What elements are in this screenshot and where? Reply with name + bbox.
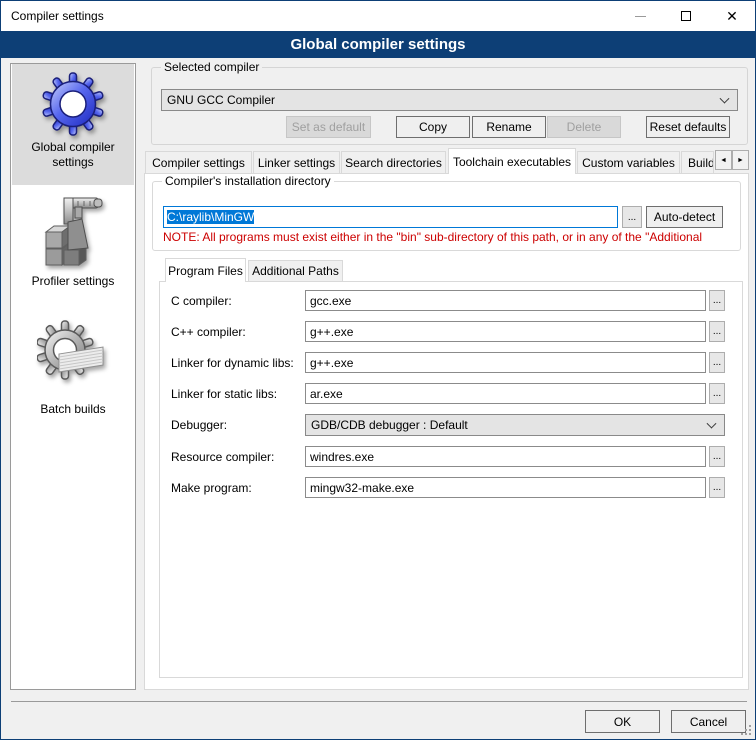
sidebar-item-batch-builds[interactable]: Batch builds (12, 316, 134, 418)
resource-compiler-browse-button[interactable]: ... (709, 446, 725, 467)
delete-button[interactable]: Delete (547, 116, 621, 138)
linker-dynamic-input[interactable] (305, 352, 706, 373)
chevron-down-icon (707, 419, 717, 429)
tab-program-files[interactable]: Program Files (165, 258, 246, 282)
install-dir-input[interactable]: C:\raylib\MinGW (163, 206, 618, 228)
tab-scroll-right-button[interactable]: ► (732, 150, 749, 170)
resize-grip[interactable] (740, 724, 752, 736)
make-program-label: Make program: (171, 481, 252, 495)
tab-search-directories[interactable]: Search directories (341, 151, 446, 173)
linker-static-input[interactable] (305, 383, 706, 404)
cpp-compiler-input[interactable] (305, 321, 706, 342)
gray-gear-stack-icon (12, 320, 134, 398)
linker-static-label: Linker for static libs: (171, 387, 277, 401)
c-compiler-browse-button[interactable]: ... (709, 290, 725, 311)
make-program-input[interactable] (305, 477, 706, 498)
close-button[interactable]: ✕ (709, 1, 755, 31)
compiler-select-value: GNU GCC Compiler (167, 93, 275, 107)
tab-toolchain-executables[interactable]: Toolchain executables (448, 148, 576, 174)
resource-compiler-input[interactable] (305, 446, 706, 467)
set-as-default-button[interactable]: Set as default (286, 116, 371, 138)
sidebar-item-label: Profiler settings (12, 270, 134, 289)
linker-dynamic-label: Linker for dynamic libs: (171, 356, 294, 370)
install-dir-note: NOTE: All programs must exist either in … (163, 230, 739, 244)
maximize-icon (681, 11, 691, 21)
tab-scroll-left-button[interactable]: ◄ (715, 150, 732, 170)
reset-defaults-button[interactable]: Reset defaults (646, 116, 730, 138)
rename-button[interactable]: Rename (472, 116, 546, 138)
tab-linker-settings[interactable]: Linker settings (253, 151, 340, 173)
tab-build-options[interactable]: Build options (681, 151, 714, 173)
ok-button[interactable]: OK (585, 710, 660, 733)
install-dir-group-label: Compiler's installation directory (162, 174, 334, 188)
arrow-right-icon: ► (737, 157, 744, 164)
resource-compiler-label: Resource compiler: (171, 450, 274, 464)
footer-divider (11, 701, 747, 702)
install-dir-selected-text: C:\raylib\MinGW (167, 210, 254, 224)
selected-compiler-group-label: Selected compiler (161, 60, 262, 74)
chevron-down-icon (720, 94, 730, 104)
close-icon: ✕ (726, 9, 738, 23)
linker-static-browse-button[interactable]: ... (709, 383, 725, 404)
make-program-browse-button[interactable]: ... (709, 477, 725, 498)
compiler-select[interactable]: GNU GCC Compiler (161, 89, 738, 111)
tab-custom-variables[interactable]: Custom variables (577, 151, 680, 173)
sidebar-item-label: Batch builds (12, 398, 134, 417)
cancel-button[interactable]: Cancel (671, 710, 746, 733)
sidebar-item-global-compiler-settings[interactable]: Global compiler settings (12, 64, 134, 185)
auto-detect-button[interactable]: Auto-detect (646, 206, 723, 228)
caliper-icon (12, 190, 134, 270)
c-compiler-input[interactable] (305, 290, 706, 311)
window-title: Compiler settings (11, 9, 104, 23)
tab-compiler-settings[interactable]: Compiler settings (145, 151, 252, 173)
minimize-button[interactable] (617, 1, 663, 31)
maximize-button[interactable] (663, 1, 709, 31)
cpp-compiler-label: C++ compiler: (171, 325, 246, 339)
sidebar-item-label: Global compiler settings (12, 136, 134, 170)
arrow-left-icon: ◄ (720, 157, 727, 164)
debugger-label: Debugger: (171, 418, 227, 432)
sidebar-item-profiler-settings[interactable]: Profiler settings (12, 186, 134, 292)
tab-additional-paths[interactable]: Additional Paths (248, 260, 343, 281)
c-compiler-label: C compiler: (171, 294, 232, 308)
copy-button[interactable]: Copy (396, 116, 470, 138)
linker-dynamic-browse-button[interactable]: ... (709, 352, 725, 373)
install-dir-browse-button[interactable]: ... (622, 206, 642, 228)
compiler-settings-dialog: Compiler settings ✕ Global compiler sett… (0, 0, 756, 740)
sidebar: Global compiler settings (10, 63, 136, 690)
debugger-select[interactable]: GDB/CDB debugger : Default (305, 414, 725, 436)
debugger-select-value: GDB/CDB debugger : Default (311, 418, 468, 432)
cpp-compiler-browse-button[interactable]: ... (709, 321, 725, 342)
blue-gear-icon (12, 72, 134, 136)
titlebar[interactable]: Compiler settings ✕ (1, 1, 755, 31)
banner-title: Global compiler settings (1, 31, 755, 58)
minimize-icon (635, 16, 646, 17)
